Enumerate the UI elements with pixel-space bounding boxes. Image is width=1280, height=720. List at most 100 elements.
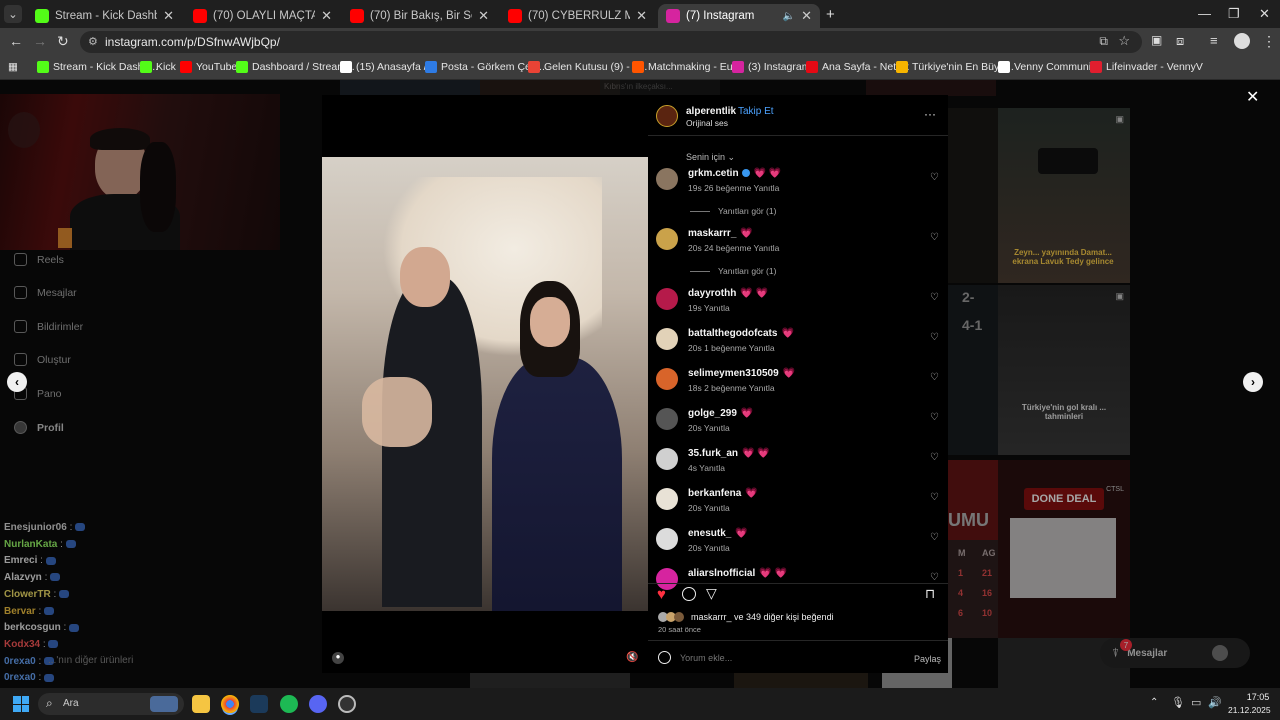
steam-icon[interactable] [250,695,268,713]
network-icon[interactable]: ▭ [1191,696,1201,709]
clock-date[interactable]: 21.12.2025 [1228,705,1271,715]
comment-filter[interactable]: Senin için ⌄ [686,152,735,163]
tab-4[interactable]: (70) CYBERRULZ MIMESIS KOMEDİ ✕ [500,4,655,28]
avatar[interactable] [656,368,678,390]
close-tab-icon[interactable]: ✕ [321,8,332,24]
microphone-icon[interactable]: 🎙 [1171,696,1185,709]
comment-username[interactable]: 35.furk_an [688,448,738,459]
bookmark-item[interactable]: Matchmaking - Eur... [632,61,744,73]
comment-like-heart-icon[interactable]: ♡ [930,232,939,243]
comment-like-heart-icon[interactable]: ♡ [930,492,939,503]
bookmark-item[interactable]: Kick [140,61,176,73]
tab-1[interactable]: Stream - Kick Dashboard ✕ [27,4,182,28]
comment-like-heart-icon[interactable]: ♡ [930,332,939,343]
avatar[interactable] [656,448,678,470]
bookmark-item[interactable]: (15) Anasayfa / X [340,61,437,73]
chevron-up-icon[interactable]: ⌃ [1150,697,1158,708]
bookmark-item[interactable]: YouTube [180,61,237,73]
address-bar[interactable]: ⚙ instagram.com/p/DSfnwAWjbQp/ ⧉ ☆ [80,31,1142,53]
close-window-button[interactable]: ✕ [1259,6,1270,22]
comment-like-heart-icon[interactable]: ♡ [930,452,939,463]
comment-username[interactable]: aliarslnofficial [688,568,755,579]
comment-meta[interactable]: 18s 2 beğenme Yanıtla [688,383,775,393]
emoji-icon[interactable] [658,651,671,664]
more-options-icon[interactable]: ··· [924,107,936,121]
bookmark-item[interactable]: Dashboard / Stream... [236,61,355,73]
comment-icon[interactable] [682,587,696,601]
obs-icon[interactable] [338,695,356,713]
bookmark-item[interactable]: Lifeinvader - VennyV [1090,61,1203,73]
comment-username[interactable]: maskarrr_ [688,228,736,239]
tab-3[interactable]: (70) Bir Bakış, Bir Söz, Bir Ömür ✕ [342,4,497,28]
comment-username[interactable]: berkanfena [688,488,741,499]
author-username[interactable]: alperentlik [686,106,736,117]
bookmark-item[interactable]: Gelen Kutusu (9) - g... [528,61,647,73]
comment-username[interactable]: grkm.cetin [688,168,739,179]
comment-meta[interactable]: 20s Yanıtla [688,503,730,513]
comment-meta[interactable]: 19s Yanıtla [688,303,730,313]
extensions-puzzle-icon[interactable]: ⧈ [1176,33,1184,49]
bookmark-item[interactable]: (3) Instagram [732,61,810,73]
comment-meta[interactable]: 20s Yanıtla [688,543,730,553]
previous-post-button[interactable]: ‹ [7,372,27,392]
close-tab-icon[interactable]: ✕ [163,8,174,24]
apps-grid-icon[interactable]: ▦ [8,61,18,73]
comment-like-heart-icon[interactable]: ♡ [930,372,939,383]
close-tab-icon[interactable]: ✕ [636,8,647,24]
share-icon[interactable]: ▽ [706,585,717,602]
bookmark-item[interactable]: Ana Sayfa - Netflix [806,61,909,73]
bookmark-item[interactable]: Türkiye'nin En Büyü... [896,61,1014,73]
avatar[interactable] [656,408,678,430]
tab-5[interactable]: (7) Instagram 🔈 ✕ [658,4,820,28]
mute-icon[interactable]: 🔇 [626,652,638,663]
post-video[interactable] [322,157,649,611]
bookmark-star-icon[interactable]: ☆ [1118,33,1130,49]
close-modal-button[interactable]: ✕ [1246,87,1259,107]
forward-button[interactable]: → [33,33,47,49]
comment-meta[interactable]: 20s Yanıtla [688,423,730,433]
view-replies-button[interactable]: Yanıtları gör (1) [690,266,776,276]
avatar[interactable] [656,168,678,190]
new-tab-button[interactable]: + [826,6,835,23]
install-icon[interactable]: ⧉ [1099,34,1108,49]
comment-meta[interactable]: 20s 24 beğenme Yanıtla [688,243,779,253]
bookmark-item[interactable]: Venny Community [998,61,1099,73]
audio-label[interactable]: Orijinal ses [686,118,728,128]
comment-username[interactable]: enesutk_ [688,528,731,539]
likes-text[interactable]: maskarrr_ ve 349 diğer kişi beğendi [691,612,834,622]
comment-meta[interactable]: 4s Yanıtla [688,463,725,473]
comment-like-heart-icon[interactable]: ♡ [930,412,939,423]
spotify-icon[interactable] [280,695,298,713]
extension-icon[interactable]: ▣ [1151,33,1162,47]
avatar[interactable] [656,288,678,310]
comment-like-heart-icon[interactable]: ♡ [930,572,939,583]
profile-avatar[interactable] [1234,33,1250,49]
menu-kebab-icon[interactable]: ⋮ [1262,33,1276,50]
site-info-icon[interactable]: ⚙ [88,35,98,48]
discord-icon[interactable] [309,695,327,713]
like-heart-icon[interactable]: ♥ [657,586,666,603]
reload-button[interactable]: ↻ [57,33,69,50]
close-tab-icon[interactable]: ✕ [478,8,489,24]
comment-like-heart-icon[interactable]: ♡ [930,532,939,543]
view-replies-button[interactable]: Yanıtları gör (1) [690,206,776,216]
comment-username[interactable]: dayyrothh [688,288,736,299]
avatar[interactable] [656,328,678,350]
bookmark-item[interactable]: Posta - Görkem Çeti... [425,61,545,73]
comment-like-heart-icon[interactable]: ♡ [930,292,939,303]
save-bookmark-icon[interactable]: ⊓ [925,586,935,602]
back-button[interactable]: ← [9,33,23,49]
avatar[interactable] [656,228,678,250]
next-post-button[interactable]: › [1243,372,1263,392]
chrome-icon[interactable] [221,695,239,713]
author-avatar[interactable] [656,105,678,127]
follow-button[interactable]: Takip Et [738,106,774,117]
post-comment-button[interactable]: Paylaş [914,654,941,664]
avatar[interactable] [656,528,678,550]
comment-input[interactable] [680,650,900,666]
volume-icon[interactable]: 🔊 [1208,696,1222,709]
windows-start-icon[interactable] [13,696,29,712]
tab-search-button[interactable]: ⌄ [4,5,22,23]
comment-meta[interactable]: 19s 26 beğenme Yanıtla [688,183,779,193]
close-tab-icon[interactable]: ✕ [801,8,812,24]
